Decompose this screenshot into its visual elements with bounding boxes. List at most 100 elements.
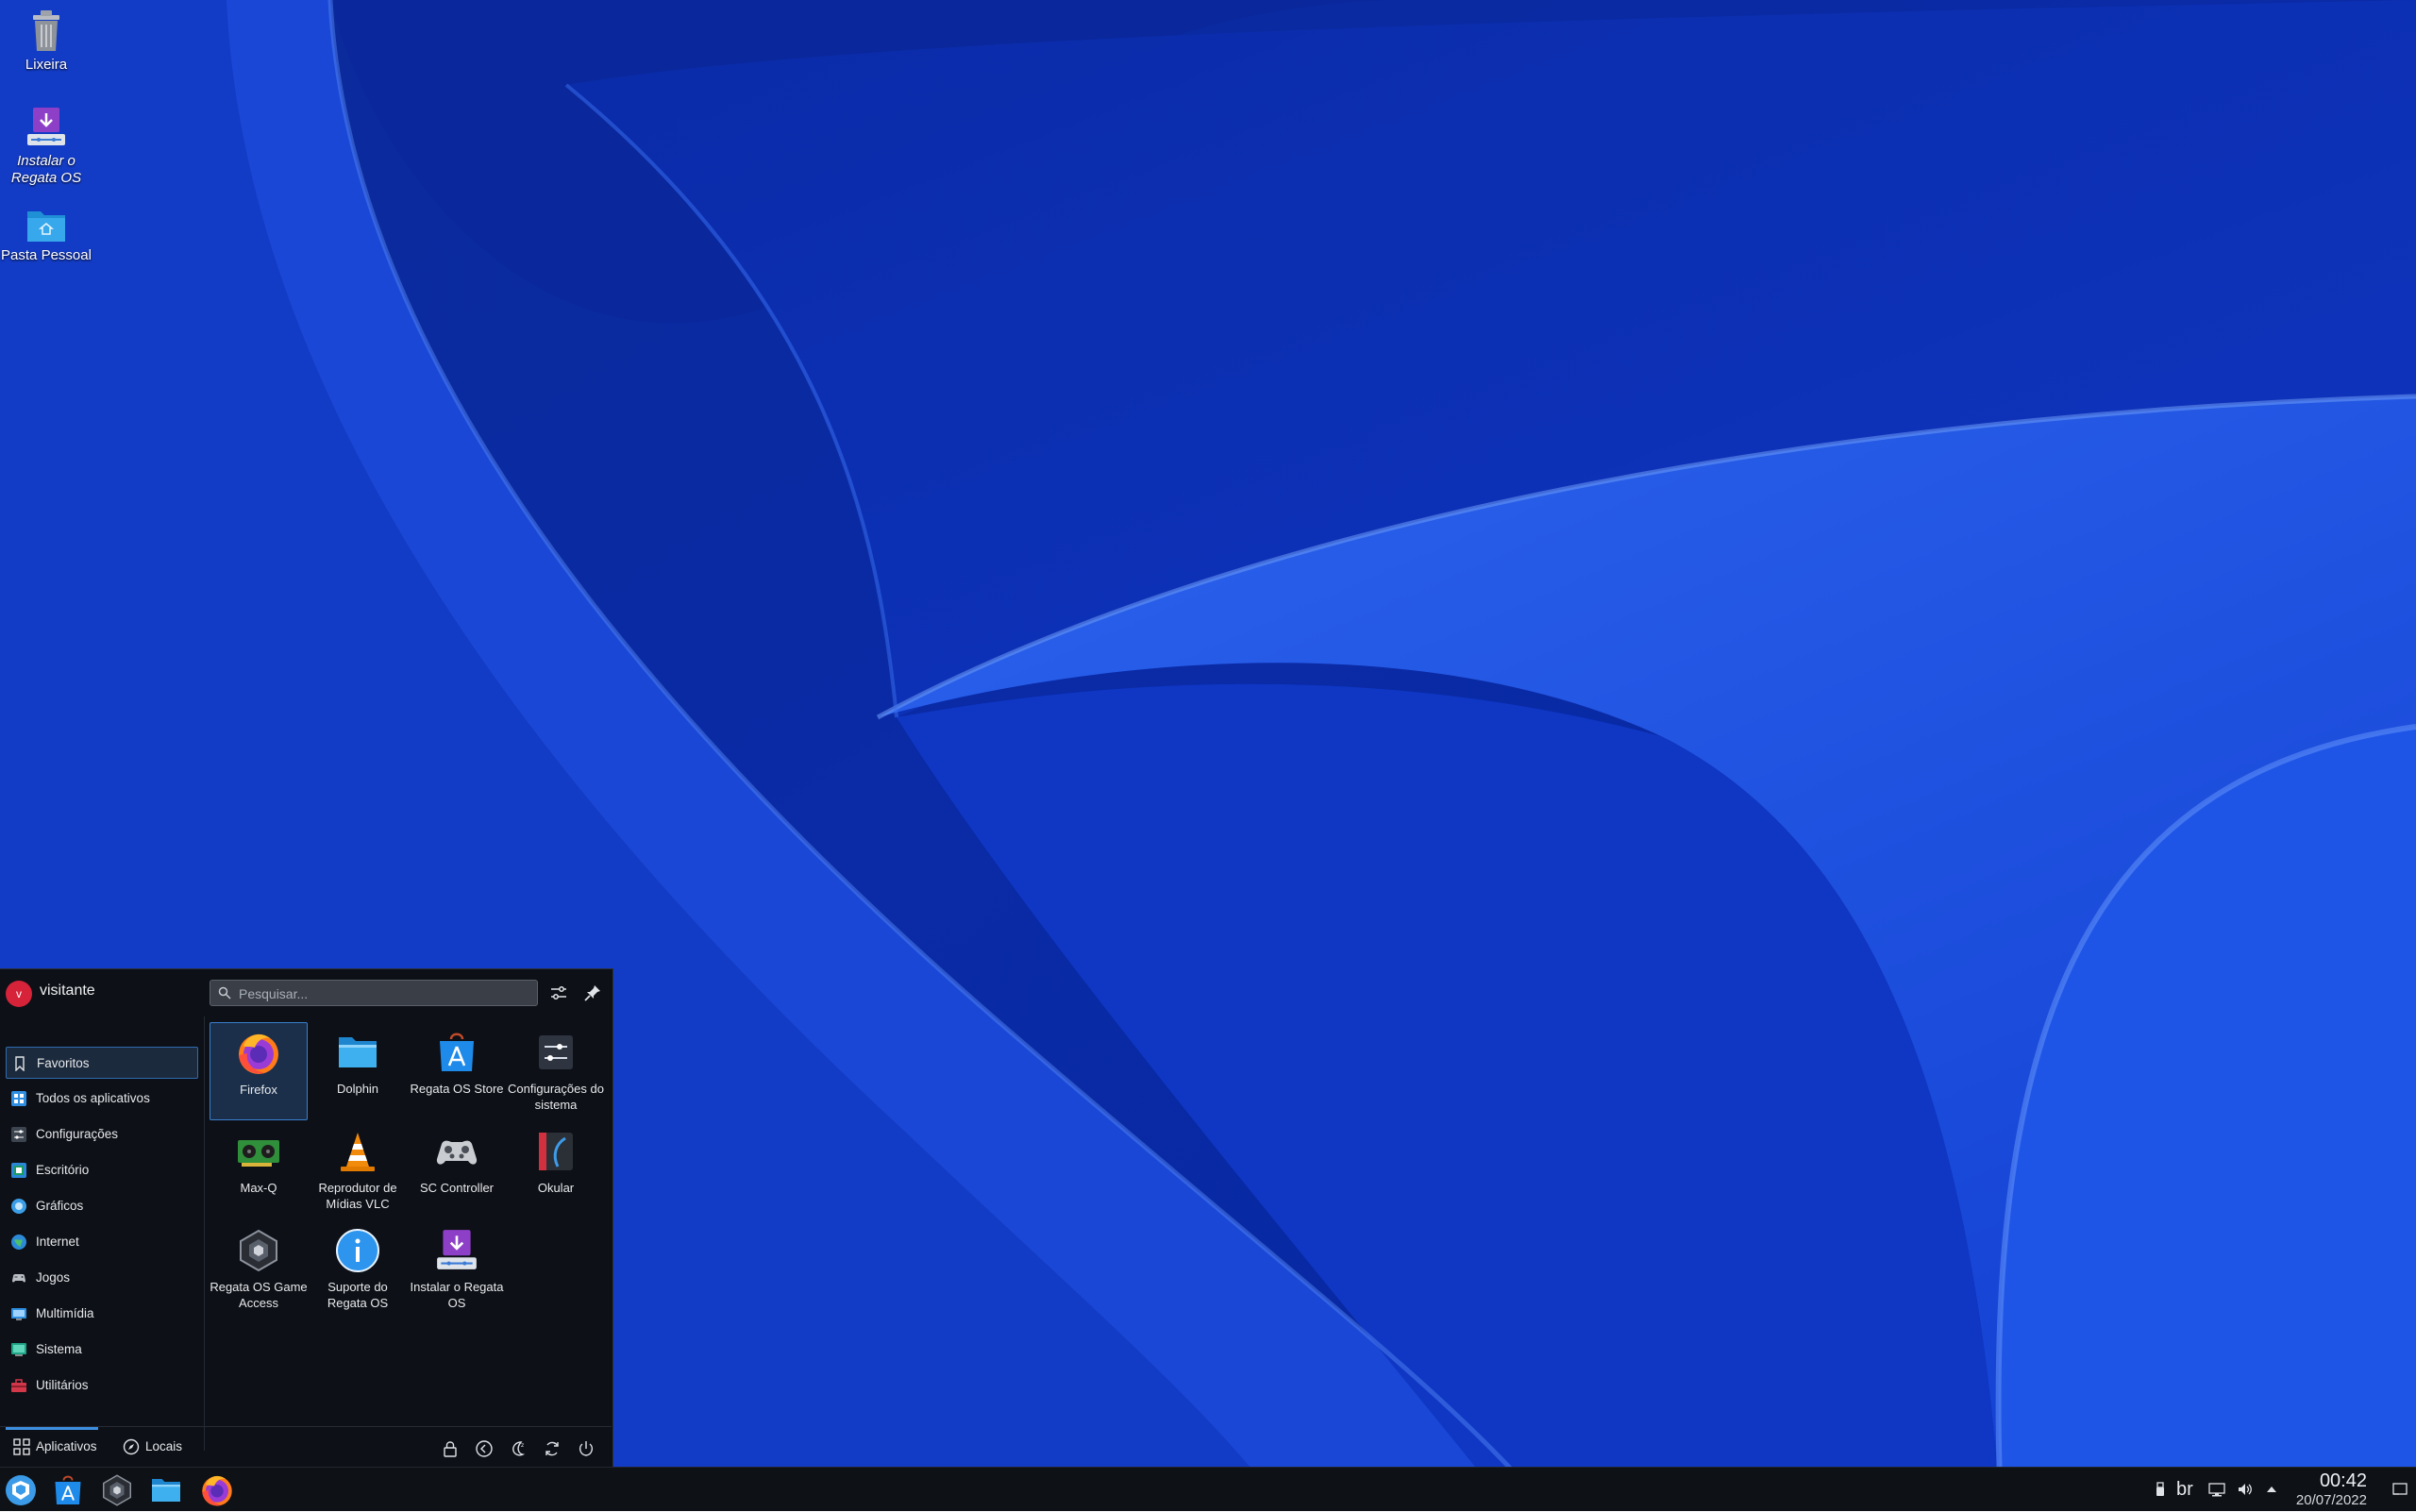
restart-button[interactable] bbox=[542, 1438, 562, 1459]
launcher-header: v visitante bbox=[0, 969, 612, 1016]
app-label: Firefox bbox=[240, 1083, 277, 1097]
store-icon bbox=[440, 1033, 474, 1071]
desktop-icon-home[interactable]: Pasta Pessoal bbox=[0, 206, 92, 264]
app-label: Regata OS Game Access bbox=[210, 1280, 308, 1310]
application-menu-button[interactable] bbox=[4, 1473, 38, 1507]
usb-device-tray[interactable] bbox=[2152, 1481, 2169, 1498]
sleep-icon: z bbox=[512, 1441, 526, 1456]
search-input[interactable] bbox=[237, 983, 533, 1004]
tab-aplicativos[interactable]: Aplicativos bbox=[13, 1438, 104, 1457]
application-grid: Firefox Dolphin Regata OS Store Configur… bbox=[210, 1022, 610, 1451]
power-button[interactable] bbox=[576, 1438, 596, 1459]
app-label: Configurações do sistema bbox=[508, 1082, 604, 1112]
installer-icon bbox=[437, 1230, 477, 1269]
compass-icon bbox=[123, 1438, 140, 1455]
game-access-icon bbox=[103, 1474, 131, 1506]
desktop-icon-installer[interactable]: Instalar o Regata OS bbox=[0, 106, 92, 187]
controller-icon bbox=[436, 1140, 478, 1165]
system-icon bbox=[11, 1343, 26, 1356]
usb-device-icon bbox=[2156, 1482, 2164, 1496]
home-folder-icon bbox=[27, 211, 65, 242]
category-sistema[interactable]: Sistema bbox=[6, 1334, 198, 1366]
category-escritorio[interactable]: Escritório bbox=[6, 1154, 198, 1186]
app-okular[interactable]: Okular bbox=[507, 1121, 605, 1219]
store-icon bbox=[55, 1475, 81, 1504]
info-icon bbox=[336, 1229, 379, 1272]
app-regata-store[interactable]: Regata OS Store bbox=[408, 1022, 506, 1120]
category-label: Internet bbox=[36, 1235, 79, 1249]
tab-locais[interactable]: Locais bbox=[123, 1438, 189, 1457]
file-manager-icon bbox=[152, 1479, 180, 1502]
app-instalar[interactable]: Instalar o Regata OS bbox=[408, 1220, 506, 1319]
category-multimidia[interactable]: Multimídia bbox=[6, 1298, 198, 1330]
category-label: Jogos bbox=[36, 1270, 71, 1285]
category-graficos[interactable]: Gráficos bbox=[6, 1190, 198, 1222]
clock-time[interactable]: 00:42 bbox=[2310, 1470, 2367, 1492]
utilities-icon bbox=[11, 1379, 26, 1392]
taskbar-file-manager-button[interactable] bbox=[149, 1473, 183, 1507]
logout-button[interactable] bbox=[474, 1438, 495, 1459]
category-jogos[interactable]: Jogos bbox=[6, 1262, 198, 1294]
trash-icon bbox=[33, 10, 59, 51]
app-vlc[interactable]: Reprodutor de Mídias VLC bbox=[309, 1121, 407, 1219]
clock-date[interactable]: 20/07/2022 bbox=[2288, 1492, 2367, 1508]
grid-icon bbox=[13, 1438, 30, 1455]
app-label: Suporte do Regata OS bbox=[327, 1280, 389, 1310]
volume-icon bbox=[2239, 1484, 2252, 1495]
taskbar-firefox-button[interactable] bbox=[200, 1473, 234, 1507]
sleep-button[interactable]: z bbox=[508, 1438, 528, 1459]
lock-icon bbox=[444, 1441, 457, 1457]
tab-label: Locais bbox=[145, 1439, 183, 1453]
category-favoritos[interactable]: Favoritos bbox=[6, 1047, 198, 1079]
avatar[interactable]: v bbox=[6, 981, 32, 1007]
volume-tray[interactable] bbox=[2237, 1481, 2254, 1498]
expand-tray-button[interactable] bbox=[2263, 1481, 2280, 1498]
pin-icon bbox=[584, 985, 600, 1001]
all-apps-icon bbox=[11, 1091, 26, 1106]
category-internet[interactable]: Internet bbox=[6, 1226, 198, 1258]
category-label: Escritório bbox=[36, 1163, 90, 1177]
configure-button[interactable] bbox=[547, 982, 570, 1004]
installer-icon bbox=[27, 108, 65, 145]
show-desktop-icon bbox=[2392, 1483, 2408, 1495]
app-label: Regata OS Store bbox=[410, 1082, 504, 1096]
search-icon bbox=[218, 986, 231, 1000]
category-utilitarios[interactable]: Utilitários bbox=[6, 1369, 198, 1402]
show-desktop-button[interactable] bbox=[2391, 1481, 2408, 1498]
firefox-icon bbox=[239, 1033, 278, 1074]
app-suporte[interactable]: Suporte do Regata OS bbox=[309, 1220, 407, 1319]
network-tray[interactable] bbox=[2208, 1481, 2225, 1498]
keyboard-layout-indicator[interactable]: br bbox=[2176, 1479, 2193, 1501]
game-access-icon bbox=[240, 1229, 277, 1272]
power-icon bbox=[579, 1441, 594, 1456]
vlc-cone-icon bbox=[341, 1133, 375, 1171]
app-firefox[interactable]: Firefox bbox=[210, 1022, 308, 1120]
active-tab-indicator bbox=[6, 1427, 98, 1430]
lock-button[interactable] bbox=[440, 1438, 461, 1459]
desktop-icon-label: Lixeira bbox=[25, 57, 68, 73]
search-field[interactable] bbox=[210, 980, 538, 1006]
app-system-settings[interactable]: Configurações do sistema bbox=[507, 1022, 605, 1120]
user-name: visitante bbox=[40, 983, 95, 999]
office-icon bbox=[11, 1163, 26, 1178]
app-label: Instalar o Regata OS bbox=[410, 1280, 504, 1310]
category-todos[interactable]: Todos os aplicativos bbox=[6, 1083, 198, 1115]
app-max-q[interactable]: Max-Q bbox=[210, 1121, 308, 1219]
app-sc-controller[interactable]: SC Controller bbox=[408, 1121, 506, 1219]
okular-icon bbox=[539, 1133, 573, 1170]
system-settings-icon bbox=[539, 1035, 573, 1069]
taskbar-store-button[interactable] bbox=[51, 1473, 85, 1507]
app-label: SC Controller bbox=[419, 1181, 495, 1195]
taskbar-game-access-button[interactable] bbox=[100, 1473, 134, 1507]
firefox-icon bbox=[202, 1475, 232, 1506]
application-launcher: v visitante Favoritos Todos os aplicativ… bbox=[0, 968, 613, 1467]
desktop-icon-trash[interactable]: Lixeira bbox=[0, 8, 92, 74]
category-sidebar: Favoritos Todos os aplicativos Configura… bbox=[0, 1016, 205, 1451]
restart-icon bbox=[545, 1441, 559, 1456]
folder-icon bbox=[339, 1037, 377, 1067]
app-dolphin[interactable]: Dolphin bbox=[309, 1022, 407, 1120]
gpu-card-icon bbox=[238, 1140, 279, 1167]
app-game-access[interactable]: Regata OS Game Access bbox=[210, 1220, 308, 1319]
category-configuracoes[interactable]: Configurações bbox=[6, 1118, 198, 1151]
pin-button[interactable] bbox=[581, 982, 604, 1004]
